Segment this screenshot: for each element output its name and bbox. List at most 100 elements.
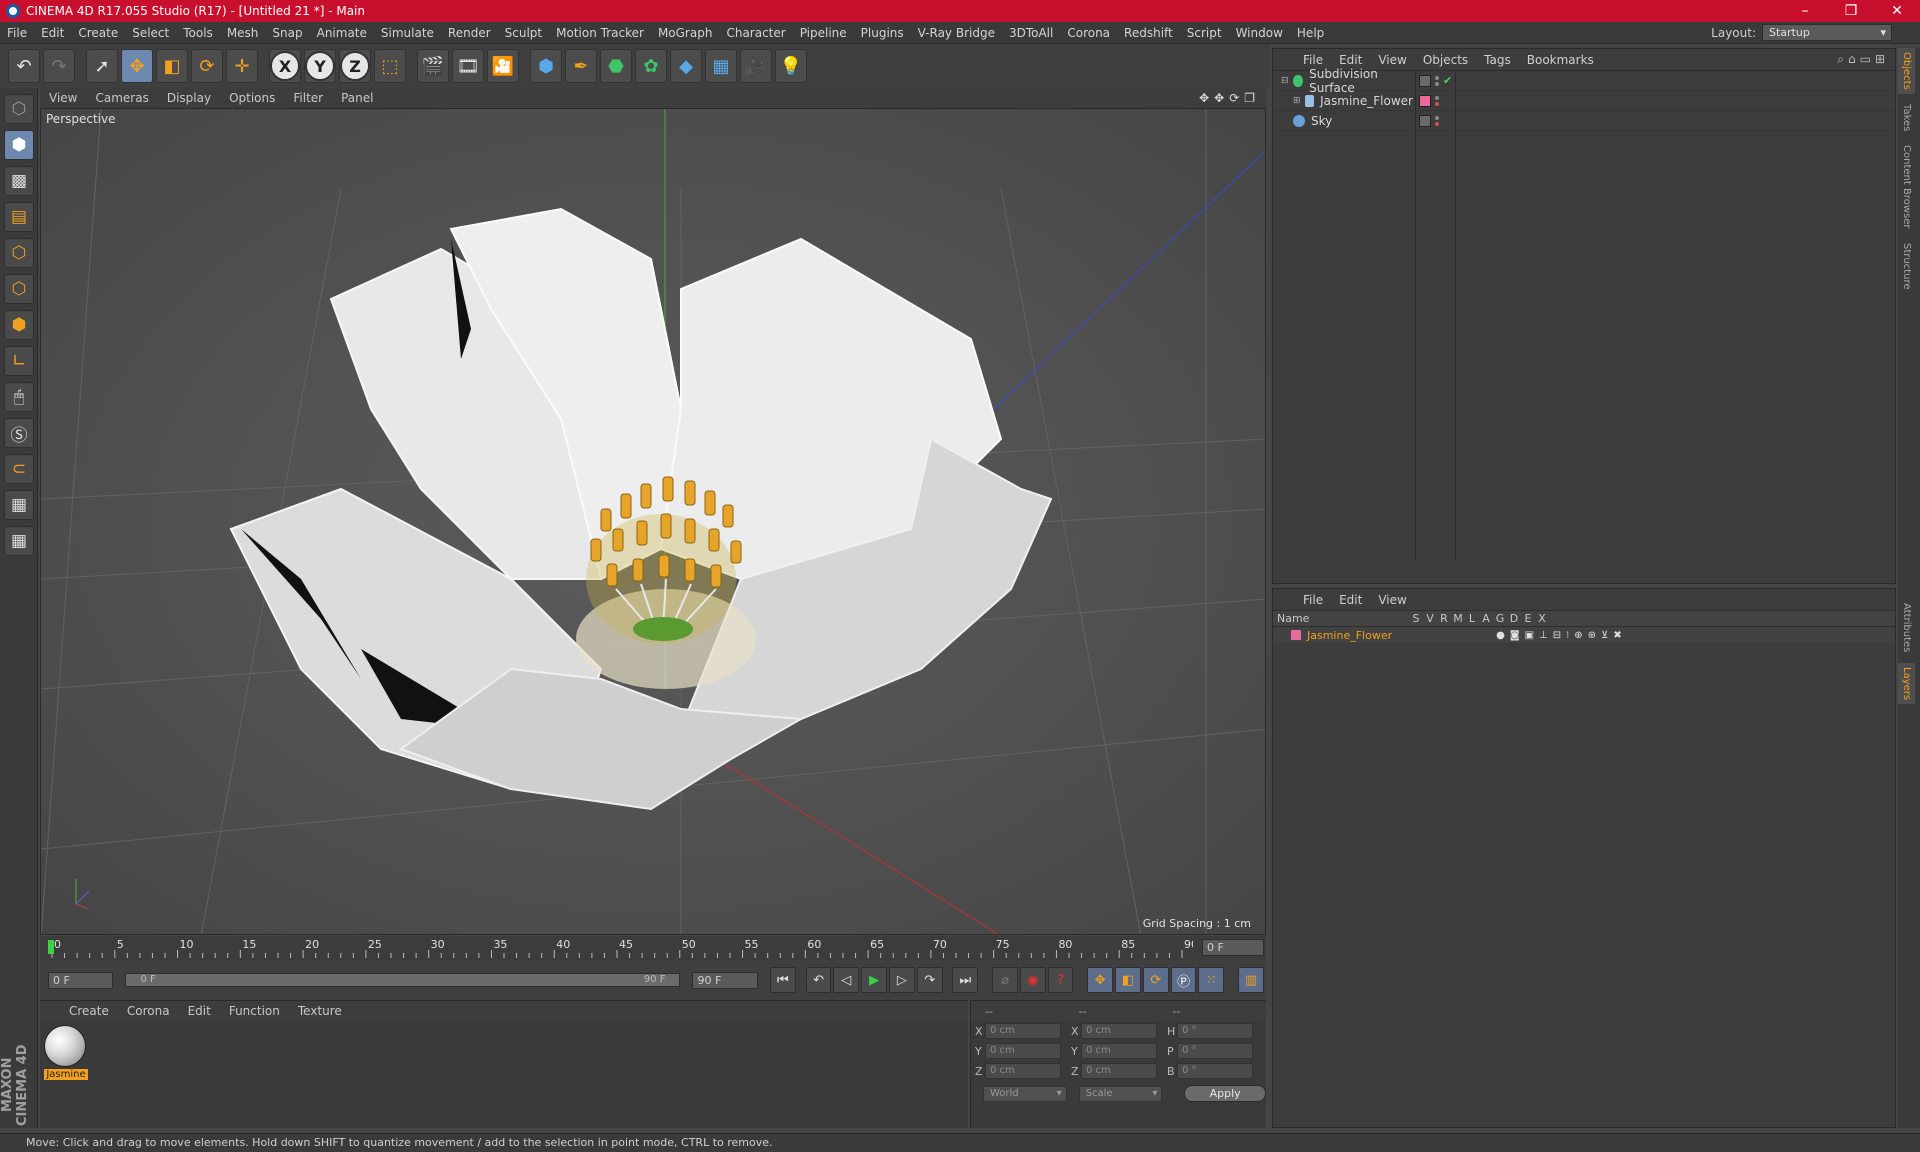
menu-mograph[interactable]: MoGraph <box>651 26 720 40</box>
material-menu-function[interactable]: Function <box>220 1004 289 1018</box>
jasmine-flower-model[interactable] <box>229 207 1053 811</box>
texture-mode-button[interactable]: ▩ <box>4 166 34 196</box>
add-spline-button[interactable]: ✒ <box>565 49 597 83</box>
menu-help[interactable]: Help <box>1290 26 1331 40</box>
menu-plugins[interactable]: Plugins <box>854 26 911 40</box>
tab-takes[interactable]: Takes <box>1898 100 1915 135</box>
axis-mode-button[interactable]: ∟ <box>4 346 34 376</box>
autokeying-button[interactable]: ? <box>1047 967 1074 993</box>
menu-animate[interactable]: Animate <box>310 26 374 40</box>
objects-menu-objects[interactable]: Objects <box>1415 53 1476 67</box>
record-keys-button[interactable]: ◉ <box>1019 967 1046 993</box>
undo-button[interactable]: ↶ <box>8 49 40 83</box>
go-to-end-button[interactable]: ⏭ <box>952 967 979 993</box>
material-menu-create[interactable]: Create <box>60 1004 118 1018</box>
menu-edit[interactable]: Edit <box>34 26 71 40</box>
viewport-menu-options[interactable]: Options <box>220 91 284 105</box>
key-pla-button[interactable]: ⁙ <box>1198 967 1225 993</box>
menu-file[interactable]: File <box>0 26 34 40</box>
menu-select[interactable]: Select <box>125 26 176 40</box>
rotate-tool-button[interactable]: ⟳ <box>191 49 223 83</box>
key-rotation-button[interactable]: ⟳ <box>1142 967 1169 993</box>
position-y-field[interactable]: 0 cm <box>985 1043 1061 1059</box>
add-cube-button[interactable]: ⬢ <box>530 49 562 83</box>
timeline-ruler[interactable]: 0 5 10 15 20 25 30 35 40 45 50 55 60 65 70 75 80 85 90 <box>48 936 1198 960</box>
close-button[interactable]: ✕ <box>1874 3 1920 19</box>
tab-objects[interactable]: Objects <box>1898 48 1915 94</box>
z-axis-lock-button[interactable]: Z <box>339 49 371 83</box>
add-camera-button[interactable]: 🎥 <box>740 49 772 83</box>
tab-structure[interactable]: Structure <box>1898 239 1915 294</box>
menu-render[interactable]: Render <box>441 26 498 40</box>
points-mode-button[interactable]: ⬡ <box>4 238 34 268</box>
apply-button[interactable]: Apply <box>1184 1085 1266 1102</box>
render-picture-viewer-button[interactable]: 🎞 <box>452 49 484 83</box>
layer-swatch[interactable] <box>1419 114 1431 127</box>
rotation-p-field[interactable]: 0 ° <box>1177 1043 1253 1059</box>
y-axis-lock-button[interactable]: Y <box>304 49 336 83</box>
coordinate-system-button[interactable]: ⬚ <box>374 49 406 83</box>
menu-snap[interactable]: Snap <box>265 26 309 40</box>
add-subdivision-button[interactable]: ⬣ <box>600 49 632 83</box>
layers-menu-edit[interactable]: Edit <box>1331 593 1370 607</box>
timeline-window-button[interactable]: ▥ <box>1238 967 1264 993</box>
previous-key-button[interactable]: ↶ <box>805 967 832 993</box>
layout-dropdown[interactable]: Startup <box>1762 24 1892 41</box>
menu-motion-tracker[interactable]: Motion Tracker <box>549 26 651 40</box>
previous-frame-button[interactable]: ◁ <box>833 967 860 993</box>
layer-color-swatch[interactable] <box>1291 630 1301 640</box>
object-row-subdivision-surface[interactable]: ⊟ Subdivision Surface ✔ <box>1273 67 1895 95</box>
visibility-dots[interactable] <box>1435 75 1439 86</box>
visibility-dots[interactable] <box>1435 115 1439 126</box>
viewport-menu-display[interactable]: Display <box>158 91 220 105</box>
layer-swatch[interactable] <box>1419 94 1431 107</box>
motion-path-button[interactable]: ⌀ <box>992 967 1018 993</box>
layers-menu-view[interactable]: View <box>1370 593 1414 607</box>
minimize-button[interactable]: – <box>1782 3 1828 19</box>
viewport-menu-filter[interactable]: Filter <box>284 91 332 105</box>
menu-simulate[interactable]: Simulate <box>374 26 441 40</box>
go-to-start-button[interactable]: ⏮ <box>769 967 796 993</box>
collapse-icon[interactable]: ⊟ <box>1281 76 1289 86</box>
add-light-button[interactable]: 💡 <box>775 49 807 83</box>
next-frame-button[interactable]: ▷ <box>888 967 915 993</box>
objects-menu-view[interactable]: View <box>1370 53 1414 67</box>
tweak-mode-button[interactable]: 🖱 <box>4 382 34 412</box>
material-swatch-jasmine[interactable]: Jasmine <box>44 1025 88 1080</box>
snap-button[interactable]: Ⓢ <box>4 418 34 448</box>
model-mode-button[interactable]: ⬢ <box>4 130 34 160</box>
rotation-h-field[interactable]: 0 ° <box>1177 1023 1253 1039</box>
polygons-mode-button[interactable]: ⬢ <box>4 310 34 340</box>
live-selection-button[interactable]: ➚ <box>86 49 118 83</box>
object-row-jasmine-flower[interactable]: ⊞ Jasmine_Flower <box>1273 91 1895 111</box>
menu-redshift[interactable]: Redshift <box>1117 26 1180 40</box>
next-key-button[interactable]: ↷ <box>916 967 943 993</box>
menu-pipeline[interactable]: Pipeline <box>793 26 854 40</box>
viewport-menu-cameras[interactable]: Cameras <box>86 91 157 105</box>
rotation-b-field[interactable]: 0 ° <box>1177 1063 1253 1079</box>
search-icon[interactable]: ⌕ <box>1837 52 1848 66</box>
object-row-sky[interactable]: Sky <box>1273 111 1895 131</box>
material-menu-texture[interactable]: Texture <box>289 1004 351 1018</box>
size-y-field[interactable]: 0 cm <box>1081 1043 1157 1059</box>
add-mograph-button[interactable]: ✿ <box>635 49 667 83</box>
layer-toggle-icons[interactable]: ●◙▣⊥⊟⁝⊕⊛⊻✖ <box>1496 630 1627 641</box>
scale-tool-button[interactable]: ◧ <box>156 49 188 83</box>
play-button[interactable]: ▶ <box>861 967 887 993</box>
menu-window[interactable]: Window <box>1229 26 1290 40</box>
tab-content-browser[interactable]: Content Browser <box>1898 141 1915 232</box>
objects-menu-tags[interactable]: Tags <box>1476 53 1519 67</box>
menu-mesh[interactable]: Mesh <box>220 26 266 40</box>
menu-corona[interactable]: Corona <box>1060 26 1117 40</box>
material-menu-edit[interactable]: Edit <box>179 1004 220 1018</box>
visibility-dots[interactable] <box>1435 95 1439 106</box>
current-frame-field[interactable]: 0 F <box>1202 939 1264 956</box>
viewport-nav-icons[interactable]: ✥✥⟳❐ <box>1199 91 1260 105</box>
key-position-button[interactable]: ✥ <box>1087 967 1114 993</box>
new-window-icon[interactable]: ▭ <box>1860 52 1875 66</box>
expand-icon[interactable]: ⊞ <box>1293 96 1301 106</box>
size-z-field[interactable]: 0 cm <box>1081 1063 1157 1079</box>
edges-mode-button[interactable]: ⬡ <box>4 274 34 304</box>
menu-create[interactable]: Create <box>71 26 125 40</box>
objects-menu-bookmarks[interactable]: Bookmarks <box>1519 53 1602 67</box>
